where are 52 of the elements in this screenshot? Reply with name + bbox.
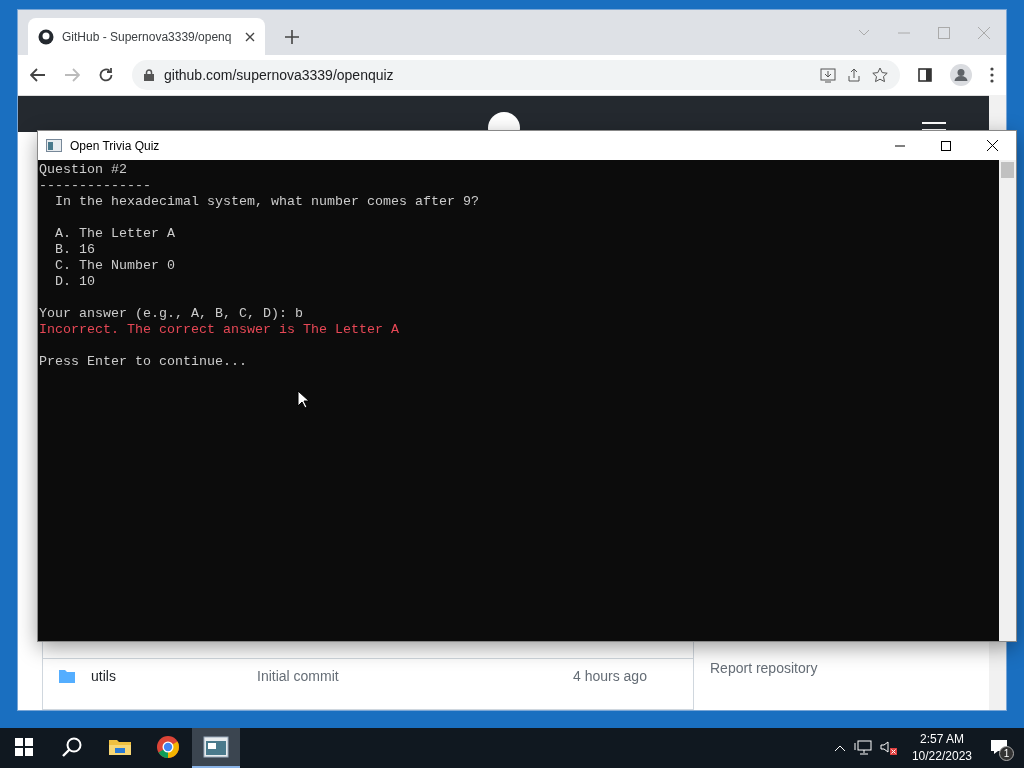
new-tab-icon[interactable] — [285, 30, 299, 44]
minimize-icon[interactable] — [895, 144, 905, 147]
back-arrow-icon[interactable] — [30, 68, 46, 82]
address-bar[interactable]: github.com/supernova3339/openquiz — [132, 60, 900, 90]
file-name[interactable]: utils — [91, 668, 241, 684]
commit-age: 4 hours ago — [573, 668, 647, 684]
mouse-cursor-icon — [297, 390, 309, 409]
console-line: Press Enter to continue... — [39, 354, 247, 370]
notification-button[interactable]: 1 — [990, 739, 1010, 757]
console-line: -------------- — [39, 178, 151, 194]
console-line: C. The Number 0 — [54, 258, 175, 274]
window-app-icon — [46, 139, 62, 152]
install-icon[interactable] — [820, 67, 836, 83]
star-icon[interactable] — [872, 67, 888, 83]
reload-icon[interactable] — [98, 67, 114, 83]
close-icon[interactable] — [987, 140, 998, 151]
maximize-icon[interactable] — [941, 140, 951, 151]
console-line: B. 16 — [54, 242, 95, 258]
console-line: Your answer (e.g., A, B, C, D): b — [39, 306, 303, 322]
more-menu-icon[interactable] — [990, 67, 994, 83]
report-link[interactable]: Report repository — [710, 660, 976, 676]
windows-logo-icon — [15, 738, 33, 756]
console-line: In the hexadecimal system, what number comes after 9? — [54, 194, 479, 210]
chrome-logo-icon — [156, 735, 180, 759]
clock[interactable]: 2:57 AM 10/22/2023 — [905, 731, 978, 765]
profile-icon[interactable] — [950, 64, 972, 86]
console-line: A. The Letter A — [54, 226, 175, 242]
file-row[interactable]: utils Initial commit 4 hours ago — [43, 658, 693, 693]
scrollbar-bottom[interactable] — [989, 641, 1006, 710]
scrollbar-top[interactable] — [989, 95, 1006, 131]
window-title: Open Trivia Quiz — [70, 138, 160, 153]
taskbar-app[interactable] — [192, 728, 240, 768]
url-text: github.com/supernova3339/openquiz — [164, 67, 394, 83]
close-icon[interactable] — [245, 31, 255, 42]
commit-message[interactable]: Initial commit — [257, 668, 557, 684]
caret-up-icon[interactable] — [833, 744, 846, 752]
folder-icon — [59, 669, 75, 683]
window-app-icon — [203, 736, 229, 758]
console-line: Question #2 — [39, 162, 127, 178]
error-line: Incorrect. The correct answer is The Letter A — [39, 322, 399, 338]
folder-icon — [108, 737, 132, 757]
notification-count: 1 — [999, 746, 1014, 761]
console-line: D. 10 — [54, 274, 95, 290]
scrollbar[interactable] — [999, 160, 1016, 641]
share-icon[interactable] — [846, 67, 862, 83]
network-icon[interactable] — [853, 740, 872, 756]
search-icon — [62, 737, 82, 757]
menu-icon[interactable] — [922, 122, 946, 132]
muted-speaker-icon[interactable] — [879, 740, 898, 756]
lock-icon — [144, 69, 154, 81]
browser-tab[interactable]: GitHub - Supernova3339/openq — [28, 18, 265, 55]
side-panel-icon[interactable] — [918, 68, 932, 82]
